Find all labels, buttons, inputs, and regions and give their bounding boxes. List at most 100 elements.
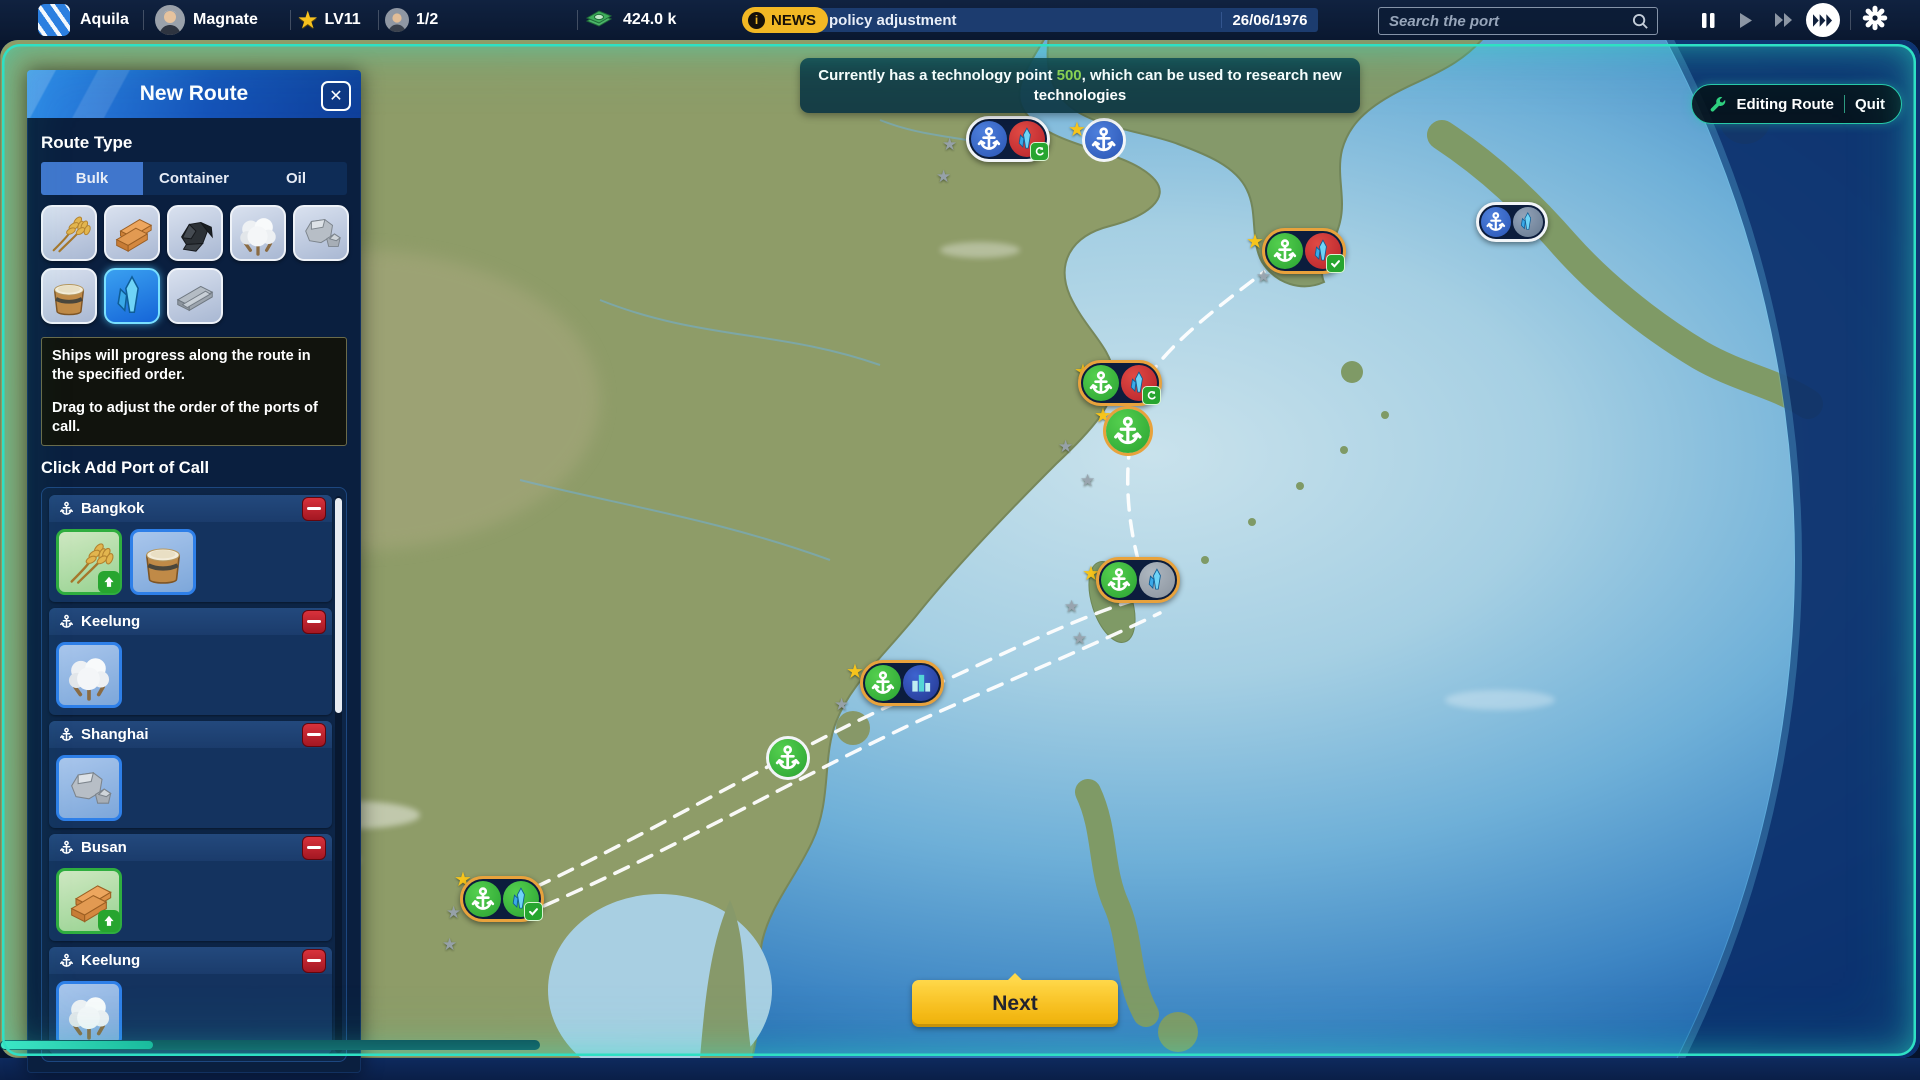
port-marker-busan[interactable] <box>1262 228 1346 274</box>
commodity-wheat-icon[interactable] <box>41 205 97 261</box>
company-logo-icon[interactable] <box>38 4 70 36</box>
divider <box>1844 95 1845 113</box>
close-icon[interactable]: ✕ <box>321 81 351 111</box>
port-card-bangkok-0[interactable]: Bangkok <box>49 495 332 602</box>
port-name: Shanghai <box>81 726 295 743</box>
info-icon: i <box>748 12 765 29</box>
info-line: Ships will progress along the route in t… <box>52 347 336 385</box>
money-amount: 424.0 k <box>623 11 676 29</box>
commodity-coal-icon[interactable] <box>167 205 223 261</box>
port-marker-bohai[interactable] <box>1082 118 1126 162</box>
badge-return-icon <box>1142 386 1161 405</box>
next-button[interactable]: Next <box>912 980 1118 1027</box>
city-icon <box>903 665 939 701</box>
editing-route-label[interactable]: Editing Route <box>1737 96 1835 113</box>
level-star-icon: ★ <box>297 6 319 35</box>
anchor-icon <box>971 121 1007 157</box>
port-marker-keelung[interactable] <box>1096 557 1180 603</box>
game-date: 26/06/1976 <box>1222 12 1318 29</box>
cargo-iron-ore-icon[interactable] <box>56 755 122 821</box>
port-card-busan-3[interactable]: Busan <box>49 834 332 941</box>
anchor-icon <box>59 501 74 516</box>
port-card-shanghai-2[interactable]: Shanghai <box>49 721 332 828</box>
fast-forward-button[interactable] <box>1771 8 1797 32</box>
port-card-keelung-1[interactable]: Keelung <box>49 608 332 715</box>
play-button[interactable] <box>1733 8 1759 32</box>
anchor-icon <box>1085 121 1123 159</box>
commodity-copper-icon[interactable] <box>104 205 160 261</box>
port-marker-hainan[interactable] <box>766 736 810 780</box>
port-card-header: Bangkok <box>49 495 332 522</box>
commodity-iron-ore-icon[interactable] <box>293 205 349 261</box>
news-badge[interactable]: i NEWS <box>742 7 828 33</box>
commodity-grid <box>41 205 347 324</box>
remove-port-button[interactable] <box>302 836 326 860</box>
port-cargo-row <box>49 522 332 602</box>
tech-points-value: 500 <box>1057 67 1082 84</box>
new-route-panel: New Route ✕ Route Type BulkContainerOil … <box>27 70 361 1073</box>
tab-oil[interactable]: Oil <box>245 162 347 195</box>
divider <box>1850 10 1851 30</box>
badge-check-icon <box>1326 254 1345 273</box>
crystal-icon <box>1009 121 1045 157</box>
crystal-icon <box>1121 365 1157 401</box>
search-icon[interactable] <box>1632 13 1649 30</box>
news-ticker[interactable]: rt policy adjustment 26/06/1976 <box>758 8 1318 32</box>
port-count: 1/2 <box>416 11 438 29</box>
gray-star-icon: ★ <box>936 168 951 185</box>
port-name: Bangkok <box>81 500 295 517</box>
port-name: Keelung <box>81 613 295 630</box>
max-speed-button[interactable] <box>1806 3 1840 37</box>
pause-button[interactable] <box>1695 8 1721 32</box>
cargo-cotton-icon[interactable] <box>56 981 122 1047</box>
port-card-header: Keelung <box>49 608 332 635</box>
editing-route-pill: Editing Route Quit <box>1691 84 1903 124</box>
commodity-rice-icon[interactable] <box>41 268 97 324</box>
settings-gear-icon[interactable] <box>1862 6 1888 30</box>
route-info-box: Ships will progress along the route in t… <box>41 337 347 446</box>
anchor-icon <box>59 614 74 629</box>
port-cargo-row <box>49 748 332 828</box>
anchor-icon <box>465 881 501 917</box>
crystal-icon <box>503 881 539 917</box>
port-marker-bangkok[interactable] <box>460 876 544 922</box>
route-type-label: Route Type <box>41 133 347 153</box>
remove-port-button[interactable] <box>302 610 326 634</box>
port-marker-hongkong[interactable] <box>860 660 944 706</box>
list-scrollbar-thumb[interactable] <box>335 498 342 713</box>
horizontal-scrollbar-thumb[interactable] <box>1 1041 153 1049</box>
port-marker-tianjin[interactable] <box>966 116 1050 162</box>
badge-up-icon <box>98 571 120 593</box>
panel-title: New Route <box>140 82 249 106</box>
quit-button[interactable]: Quit <box>1855 96 1885 113</box>
port-marker-shanghai[interactable] <box>1078 360 1162 406</box>
commodity-cotton-icon[interactable] <box>230 205 286 261</box>
badge-return-icon <box>1030 142 1049 161</box>
commodity-steel-icon[interactable] <box>167 268 223 324</box>
technology-tooltip: Currently has a technology point 500, wh… <box>800 58 1360 113</box>
player-avatar[interactable] <box>155 5 185 35</box>
cargo-wheat-icon[interactable] <box>56 529 122 595</box>
anchor-icon <box>59 953 74 968</box>
anchor-icon <box>1106 409 1150 453</box>
commodity-crystal-icon[interactable] <box>104 268 160 324</box>
port-card-header: Keelung <box>49 947 332 974</box>
remove-port-button[interactable] <box>302 723 326 747</box>
cargo-cotton-icon[interactable] <box>56 642 122 708</box>
port-marker-japan[interactable] <box>1476 202 1548 242</box>
search-input[interactable] <box>1379 13 1632 30</box>
remove-port-button[interactable] <box>302 949 326 973</box>
tab-container[interactable]: Container <box>143 162 245 195</box>
port-name: Keelung <box>81 952 295 969</box>
anchor-icon <box>865 665 901 701</box>
tab-bulk[interactable]: Bulk <box>41 162 143 195</box>
port-of-call-list: Bangkok Keelung Shanghai Busan Keelung <box>41 487 347 1062</box>
port-cargo-row <box>49 861 332 941</box>
cargo-copper-icon[interactable] <box>56 868 122 934</box>
port-marker-shanghai-south[interactable] <box>1103 406 1153 456</box>
cargo-rice-icon[interactable] <box>130 529 196 595</box>
badge-up-icon <box>98 910 120 932</box>
gray-star-icon: ★ <box>942 136 957 153</box>
port-card-keelung-4[interactable]: Keelung <box>49 947 332 1054</box>
remove-port-button[interactable] <box>302 497 326 521</box>
